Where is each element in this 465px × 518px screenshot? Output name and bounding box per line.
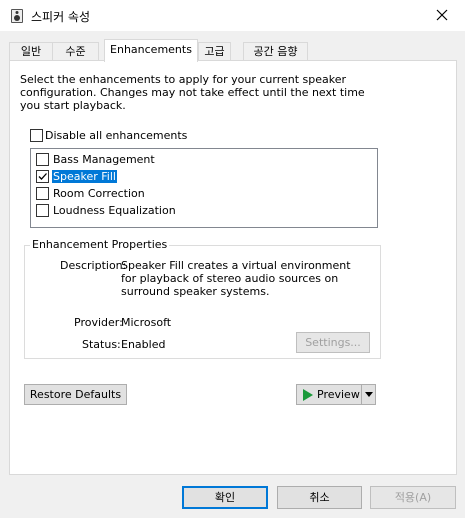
cancel-button[interactable]: 취소: [277, 486, 362, 509]
speaker-fill-checkbox[interactable]: [36, 170, 49, 183]
tab-enhancements[interactable]: Enhancements: [104, 39, 198, 62]
intro-text: Select the enhancements to apply for you…: [20, 73, 365, 112]
provider-label: Provider:: [74, 316, 123, 329]
list-item-label[interactable]: Room Correction: [53, 187, 145, 200]
tab-levels[interactable]: 수준: [52, 42, 99, 61]
apply-label: 적용(A): [394, 491, 432, 504]
tab-label: 공간 음향: [253, 45, 298, 58]
window-title: 스피커 속성: [31, 10, 91, 24]
provider-value: Microsoft: [121, 316, 172, 329]
bass-management-checkbox[interactable]: [36, 153, 49, 166]
list-item-label[interactable]: Bass Management: [53, 153, 155, 166]
play-icon: [303, 389, 313, 401]
room-correction-checkbox[interactable]: [36, 187, 49, 200]
close-icon: [436, 9, 448, 21]
checkmark-icon: [38, 173, 47, 180]
restore-defaults-button[interactable]: Restore Defaults: [24, 384, 127, 405]
settings-button[interactable]: Settings...: [296, 332, 370, 353]
close-button[interactable]: [419, 0, 465, 31]
settings-button-label: Settings...: [305, 336, 361, 349]
description-text: Speaker Fill creates a virtual environme…: [121, 259, 351, 298]
description-label: Description:: [60, 259, 127, 272]
status-value: Enabled: [121, 338, 166, 351]
speaker-icon: [11, 9, 23, 23]
disable-all-label: Disable all enhancements: [45, 129, 188, 142]
preview-dropdown-button[interactable]: [361, 384, 376, 405]
list-item-label[interactable]: Speaker Fill: [52, 170, 117, 183]
cancel-label: 취소: [309, 491, 330, 504]
tab-spatial-sound[interactable]: 공간 음향: [243, 42, 308, 61]
ok-button[interactable]: 확인: [182, 486, 268, 509]
preview-label: Preview: [317, 388, 360, 401]
tab-advanced[interactable]: 고급: [198, 42, 231, 61]
tab-label: Enhancements: [110, 43, 192, 56]
disable-all-checkbox[interactable]: [30, 129, 43, 142]
loudness-equalization-checkbox[interactable]: [36, 204, 49, 217]
group-title: Enhancement Properties: [30, 238, 170, 251]
status-label: Status:: [82, 338, 121, 351]
dropdown-arrow-icon: [365, 392, 373, 397]
apply-button[interactable]: 적용(A): [370, 486, 456, 509]
title-bar: 스피커 속성: [0, 0, 465, 31]
tab-label: 수준: [65, 45, 86, 58]
preview-button[interactable]: Preview: [296, 384, 362, 405]
list-item-label[interactable]: Loudness Equalization: [53, 204, 176, 217]
tab-label: 고급: [204, 45, 225, 58]
restore-defaults-label: Restore Defaults: [29, 388, 122, 401]
tab-label: 일반: [20, 45, 42, 58]
ok-label: 확인: [214, 491, 236, 504]
tab-general[interactable]: 일반: [9, 42, 53, 61]
